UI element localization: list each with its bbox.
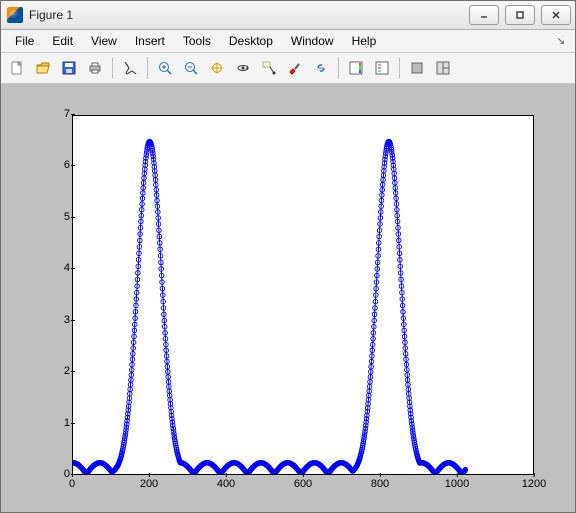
x-tick-label: 0	[69, 478, 75, 490]
link-button[interactable]	[309, 56, 333, 80]
y-tick-label: 6	[40, 159, 70, 171]
menu-view[interactable]: View	[83, 32, 125, 50]
data-cursor-button[interactable]	[257, 56, 281, 80]
print-button[interactable]	[83, 56, 107, 80]
insert-legend-button[interactable]	[370, 56, 394, 80]
window-title: Figure 1	[29, 8, 469, 22]
pan-button[interactable]	[205, 56, 229, 80]
close-button[interactable]	[541, 5, 571, 25]
insert-colorbar-button[interactable]	[344, 56, 368, 80]
menu-insert[interactable]: Insert	[127, 32, 173, 50]
figure-window: Figure 1 File Edit View Insert Tools Des…	[0, 0, 576, 513]
menu-edit[interactable]: Edit	[44, 32, 81, 50]
y-tick-label: 2	[40, 365, 70, 377]
menu-help[interactable]: Help	[344, 32, 385, 50]
minimize-button[interactable]	[469, 5, 499, 25]
matlab-icon	[7, 7, 23, 23]
rotate-3d-button[interactable]	[231, 56, 255, 80]
x-tick-label: 1200	[522, 478, 546, 490]
y-tick-label: 1	[40, 417, 70, 429]
x-tick-label: 800	[371, 478, 389, 490]
menu-tools[interactable]: Tools	[175, 32, 219, 50]
plot-line	[73, 116, 533, 474]
axes[interactable]	[72, 115, 534, 475]
show-plot-tools-button[interactable]	[431, 56, 455, 80]
maximize-button[interactable]	[505, 5, 535, 25]
x-tick-label: 1000	[445, 478, 469, 490]
menubar: File Edit View Insert Tools Desktop Wind…	[1, 30, 575, 53]
save-button[interactable]	[57, 56, 81, 80]
toolbar	[1, 53, 575, 84]
brush-button[interactable]	[283, 56, 307, 80]
open-button[interactable]	[31, 56, 55, 80]
x-tick-label: 600	[294, 478, 312, 490]
window-controls	[469, 5, 571, 25]
y-tick-label: 3	[40, 314, 70, 326]
titlebar: Figure 1	[1, 1, 575, 30]
figure-panel: 0 1 2 3 4 5 6 7 0 200 400 600 800 1000 1200	[7, 90, 569, 506]
figure-client-area: 0 1 2 3 4 5 6 7 0 200 400 600 800 1000 1200	[1, 84, 575, 512]
new-figure-button[interactable]	[5, 56, 29, 80]
zoom-in-button[interactable]	[153, 56, 177, 80]
zoom-out-button[interactable]	[179, 56, 203, 80]
menu-file[interactable]: File	[7, 32, 42, 50]
y-tick-label: 4	[40, 262, 70, 274]
hide-plot-tools-button[interactable]	[405, 56, 429, 80]
x-tick-label: 200	[140, 478, 158, 490]
dock-menu-icon[interactable]: ↘	[553, 36, 569, 47]
y-tick-label: 5	[40, 211, 70, 223]
menu-window[interactable]: Window	[283, 32, 342, 50]
y-tick-label: 0	[40, 468, 70, 480]
edit-plot-button[interactable]	[118, 56, 142, 80]
y-tick-label: 7	[40, 108, 70, 120]
menu-desktop[interactable]: Desktop	[221, 32, 281, 50]
x-tick-label: 400	[217, 478, 235, 490]
